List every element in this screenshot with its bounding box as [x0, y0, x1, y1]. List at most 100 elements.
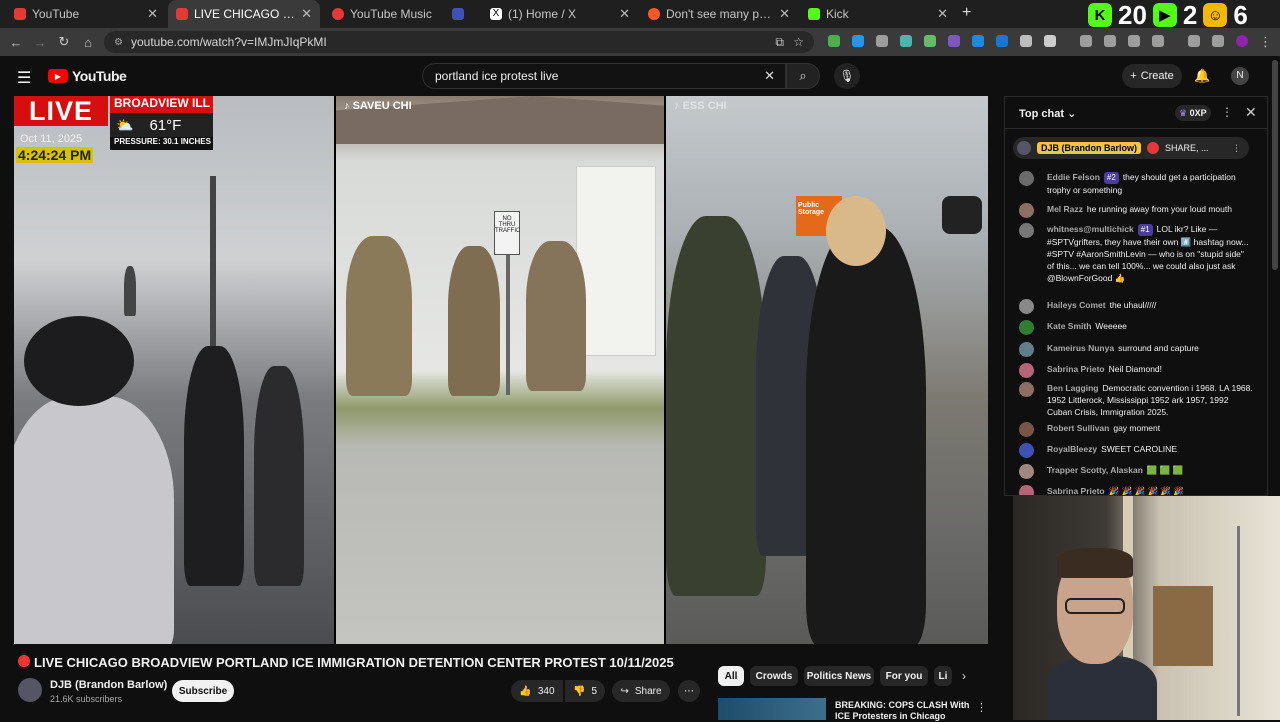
extension-icon[interactable] — [948, 35, 960, 47]
extension-icon[interactable] — [1104, 35, 1116, 47]
hamburger-menu-icon[interactable]: ☰ — [17, 68, 31, 88]
search-button[interactable]: ⌕ — [786, 63, 820, 89]
browser-tab-youtube-music[interactable]: YouTube Music — [324, 0, 444, 28]
browser-tab-live-chicago[interactable]: LIVE CHICAGO BROADVIEW ✕ — [168, 0, 320, 28]
score-tail: 6 — [1233, 0, 1248, 30]
chip-politics-news[interactable]: Politics News — [804, 666, 874, 686]
pinned-message[interactable]: DJB (Brandon Barlow) SHARE, ... ⋮ — [1013, 137, 1249, 159]
points-badge[interactable]: ♛ 0XP — [1175, 105, 1211, 121]
notifications-bell-icon[interactable]: 🔔 — [1194, 68, 1210, 84]
devtools-icon[interactable] — [1128, 35, 1140, 47]
score-left: 20 — [1118, 0, 1147, 30]
browser-tab-youtube[interactable]: YouTube ✕ — [6, 0, 166, 28]
more-actions-icon[interactable]: ⋯ — [678, 680, 700, 702]
officer — [346, 236, 412, 396]
extension-icon[interactable] — [876, 35, 888, 47]
extension-icon[interactable] — [972, 35, 984, 47]
chevron-right-icon[interactable]: › — [962, 669, 966, 683]
crown-icon: ♛ — [1179, 108, 1188, 118]
like-button[interactable]: 👍 340 — [511, 680, 563, 702]
menu-icon[interactable] — [1188, 35, 1200, 47]
channel-avatar[interactable] — [18, 678, 42, 702]
pressure-readout: PRESSURE: 30.1 INCHES — [110, 137, 213, 150]
profile-avatar[interactable] — [1236, 35, 1248, 47]
overlay-date: Oct 11, 2025 — [20, 133, 83, 145]
location-badge: BROADVIEW ILL — [110, 96, 213, 113]
tiktok-icon: ♪ — [344, 100, 353, 112]
close-tab-icon[interactable]: ✕ — [937, 6, 948, 22]
sidebar-icon[interactable] — [1152, 35, 1164, 47]
forward-icon[interactable]: → — [28, 35, 52, 50]
live-indicator-icon — [18, 655, 30, 667]
officer — [448, 246, 500, 396]
chip-crowds[interactable]: Crowds — [750, 666, 798, 686]
extension-icon[interactable] — [828, 35, 840, 47]
tab-search-icon[interactable] — [1212, 35, 1224, 47]
chat-avatar — [1019, 464, 1034, 479]
youtube-logo[interactable]: ▶ YouTube — [48, 68, 127, 84]
create-button[interactable]: + Create — [1122, 64, 1182, 88]
browser-tab-reddit[interactable]: Don't see many people smoking ✕ — [640, 0, 798, 28]
chat-mode-dropdown[interactable]: Top chat ⌄ — [1019, 107, 1076, 120]
lamp-pole — [1237, 526, 1240, 716]
extension-icon[interactable] — [852, 35, 864, 47]
share-button[interactable]: ↪ Share — [612, 680, 670, 702]
recommendation-title[interactable]: BREAKING: COPS CLASH With ICE Protesters… — [835, 700, 971, 722]
close-tab-icon[interactable]: ✕ — [301, 6, 312, 22]
chip-all[interactable]: All — [718, 666, 744, 686]
chat-menu-icon[interactable]: ⋮ — [1221, 105, 1233, 119]
close-tab-icon[interactable]: ✕ — [619, 6, 630, 22]
extension-icon[interactable] — [924, 35, 936, 47]
extensions-puzzle-icon[interactable] — [1044, 35, 1056, 47]
close-tab-icon[interactable]: ✕ — [779, 6, 790, 22]
tiktok-icon: ♪ — [674, 100, 683, 112]
site-info-icon[interactable]: ⚙ — [114, 37, 123, 48]
chat-message: Kameirus Nunya surround and capture — [1019, 342, 1253, 357]
video-panel-middle: NO THRU TRAFFIC — [336, 96, 664, 644]
extension-icon[interactable] — [900, 35, 912, 47]
search-icon: ⌕ — [799, 68, 807, 83]
dislike-button[interactable]: 👎 5 — [565, 680, 605, 702]
back-icon[interactable]: ← — [4, 35, 28, 50]
page-scrollbar[interactable] — [1272, 60, 1278, 270]
clear-search-icon[interactable]: ✕ — [764, 68, 775, 84]
webcam-overlay — [1013, 496, 1280, 720]
chat-avatar — [1019, 171, 1034, 186]
search-input[interactable]: portland ice protest live ✕ — [422, 63, 786, 89]
cast-icon[interactable]: ⧉ — [775, 35, 784, 50]
account-avatar[interactable]: N — [1231, 67, 1249, 85]
browser-tab-x-home[interactable]: X (1) Home / X ✕ — [482, 0, 638, 28]
browser-menu-icon[interactable]: ⋮ — [1259, 34, 1272, 50]
channel-name[interactable]: DJB (Brandon Barlow) — [50, 679, 167, 691]
address-bar[interactable]: ⚙ youtube.com/watch?v=IMJmJIqPkMI ⧉ ☆ — [104, 31, 814, 53]
history-icon[interactable] — [1080, 35, 1092, 47]
live-chat-panel: Top chat ⌄ ♛ 0XP ⋮ ✕ DJB (Brandon Barlow… — [1004, 96, 1268, 496]
chip-partial[interactable]: Li — [934, 666, 952, 686]
browser-tab-kick[interactable]: Kick ✕ — [800, 0, 956, 28]
reload-icon[interactable]: ↻ — [52, 34, 76, 50]
new-tab-icon[interactable]: + — [962, 4, 971, 22]
chip-for-you[interactable]: For you — [880, 666, 928, 686]
recommendation-menu-icon[interactable]: ⋮ — [976, 701, 987, 714]
close-chat-icon[interactable]: ✕ — [1245, 104, 1257, 121]
pinned-avatar — [1017, 141, 1031, 155]
voice-search-button[interactable]: 🎙 — [834, 63, 860, 89]
pinned-menu-icon[interactable]: ⋮ — [1232, 143, 1241, 154]
chat-message: Eddie Felson #2 they should get a particip… — [1019, 171, 1253, 196]
browser-tab-unnamed[interactable] — [444, 0, 480, 28]
extension-icon[interactable] — [1020, 35, 1032, 47]
chat-avatar — [1019, 443, 1034, 458]
recommendation-thumbnail[interactable] — [718, 698, 826, 720]
reddit-favicon-icon — [648, 8, 660, 20]
bookmark-star-icon[interactable]: ☆ — [793, 35, 804, 49]
close-tab-icon[interactable]: ✕ — [147, 6, 158, 22]
chat-avatar — [1019, 320, 1034, 335]
live-badge: LIVE — [14, 96, 108, 126]
home-icon[interactable]: ⌂ — [76, 35, 100, 50]
subscribe-button[interactable]: Subscribe — [172, 680, 234, 702]
extension-icon[interactable] — [996, 35, 1008, 47]
chat-message: Kate Smith Weeeee — [1019, 320, 1253, 335]
video-player[interactable]: NO THRU TRAFFIC Public Storage LIVE BROA… — [14, 96, 988, 644]
youtube-play-logo-icon: ▶ — [48, 69, 68, 83]
chat-avatar — [1019, 299, 1034, 314]
